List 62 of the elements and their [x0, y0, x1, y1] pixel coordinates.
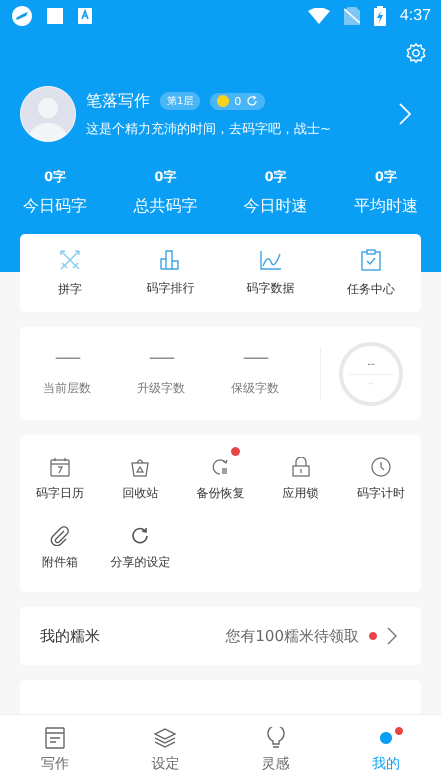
tool-button[interactable]: 附件箱: [20, 526, 100, 570]
trash-bin-icon: [130, 456, 150, 476]
nav-tab[interactable]: 灵感: [220, 715, 331, 784]
nav-tab[interactable]: 设定: [110, 715, 220, 784]
lock-icon: [292, 456, 310, 476]
restore-icon: [210, 456, 230, 476]
stat-label: 今日码字: [23, 196, 88, 217]
level-value: ——: [55, 350, 79, 366]
stat-value: 0字: [44, 168, 66, 186]
stat-label: 平均时速: [354, 196, 418, 217]
avatar[interactable]: [20, 86, 76, 142]
wifi-icon: [308, 8, 330, 24]
clipboard-check-icon: [360, 248, 381, 270]
tool-button[interactable]: 分享的设定: [100, 526, 180, 570]
rotate-arrow-icon: [130, 526, 150, 546]
clock-icon: [370, 456, 391, 476]
user-name: 笔落写作: [86, 90, 150, 112]
level-value: ——: [243, 350, 267, 366]
no-sim-icon: [344, 7, 360, 25]
bar-chart-icon: [160, 250, 180, 270]
tool-button[interactable]: 备份恢复: [180, 456, 261, 502]
nav-tab[interactable]: 写作: [0, 715, 110, 784]
level-label: 保级字数: [231, 380, 279, 397]
tool-button[interactable]: 应用锁: [260, 456, 341, 502]
stat-label: 今日时速: [244, 196, 308, 217]
rice-note: 您有100糯米待领取: [225, 626, 359, 646]
paperclip-icon: [50, 526, 70, 546]
shortcut-button[interactable]: 任务中心: [320, 248, 421, 298]
status-time: 4:37: [400, 7, 431, 25]
keyboard-a-icon: [78, 8, 92, 24]
stat-value: 0字: [374, 168, 397, 186]
stat-value: 0字: [154, 168, 176, 186]
line-chart-icon: [260, 250, 282, 270]
square-icon: [46, 7, 64, 25]
tool-button[interactable]: 码字日历: [20, 456, 100, 502]
lightbulb-icon: [266, 726, 285, 748]
battery-charging-icon: [374, 6, 386, 26]
chevron-right-icon[interactable]: [399, 103, 411, 125]
chevron-right-icon: [387, 627, 397, 645]
motto-text: 这是个精力充沛的时间，去码字吧，战士~: [86, 120, 332, 138]
rice-row[interactable]: 我的糯米 您有100糯米待领取: [20, 607, 421, 665]
tool-button[interactable]: 回收站: [100, 456, 180, 502]
calendar-icon: [50, 456, 70, 476]
stat-value: 0字: [264, 168, 287, 186]
refresh-icon: [246, 95, 258, 107]
shortcut-button[interactable]: 码字数据: [220, 250, 321, 296]
level-label: 升级字数: [137, 380, 185, 397]
rice-title: 我的糯米: [40, 626, 100, 646]
app-logo-icon: [12, 6, 32, 26]
coin-icon: [217, 95, 230, 107]
shortcut-button[interactable]: 拼字: [20, 248, 120, 298]
level-value: ——: [149, 350, 173, 366]
settings-icon[interactable]: [405, 42, 427, 64]
shortcut-button[interactable]: 码字排行: [120, 250, 220, 296]
level-badge: 第1层: [160, 92, 200, 110]
document-icon: [45, 726, 66, 748]
layers-icon: [154, 726, 176, 748]
level-label: 当前层数: [43, 380, 91, 397]
tool-button[interactable]: 码字计时: [340, 456, 421, 502]
ring-subvalue: --: [368, 379, 374, 388]
ring-value: --: [367, 359, 375, 370]
stat-label: 总共码字: [133, 196, 198, 217]
